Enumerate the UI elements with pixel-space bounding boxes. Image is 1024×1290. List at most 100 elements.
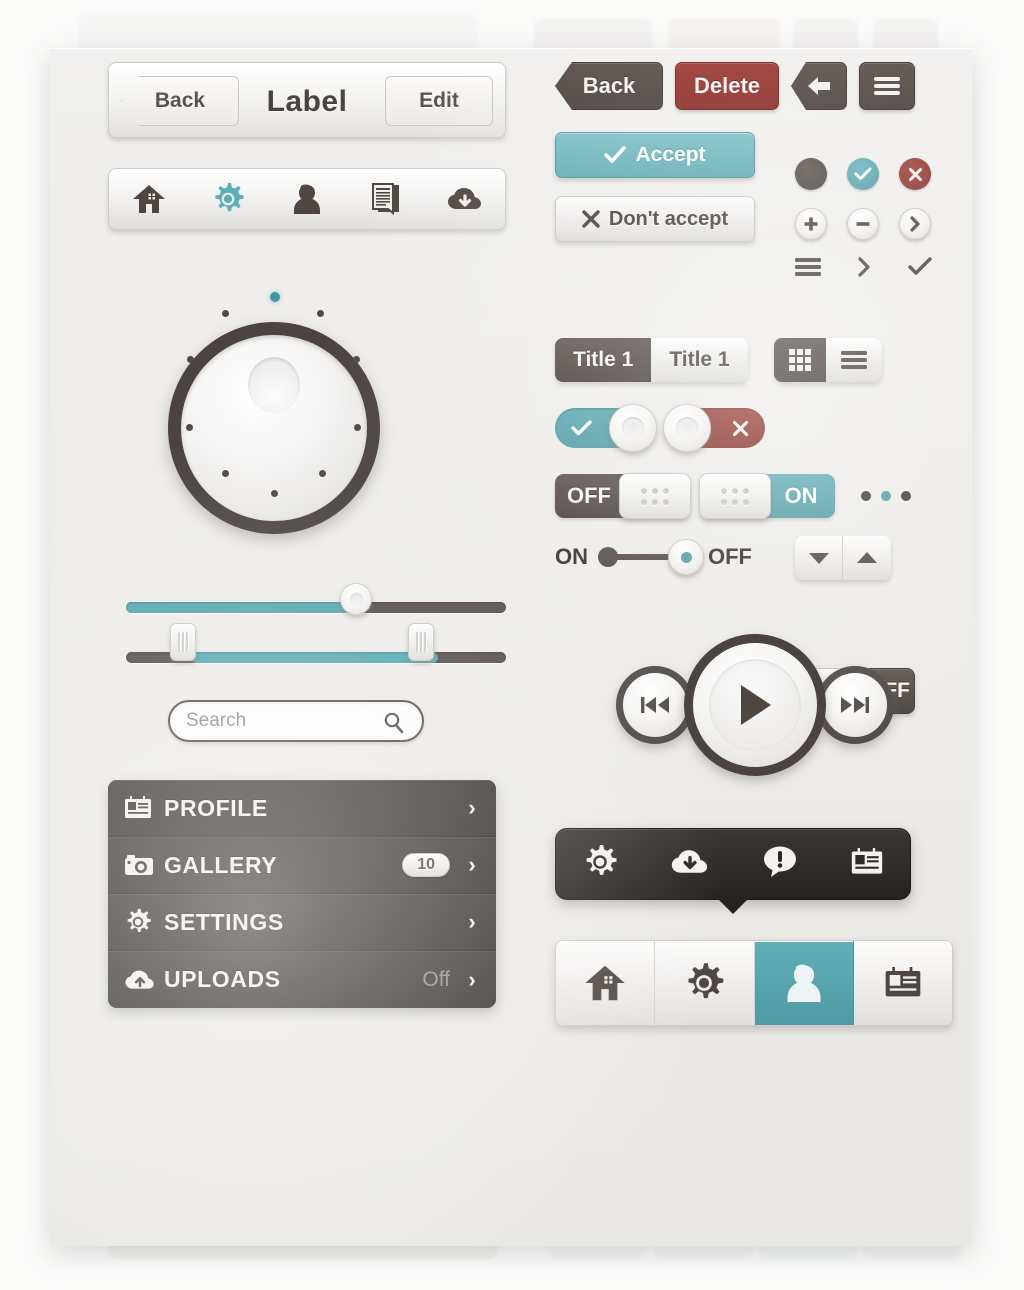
toolbar-item-download[interactable] <box>442 179 488 219</box>
pager-dot[interactable] <box>861 491 871 501</box>
document-icon <box>372 183 400 216</box>
delete-tag-button[interactable]: Delete <box>675 62 779 110</box>
accept-button[interactable]: Accept <box>555 132 755 178</box>
popover-contact-button[interactable] <box>850 847 884 881</box>
glyph-row <box>793 254 935 280</box>
play-button[interactable] <box>684 634 826 776</box>
toolbar-item-user[interactable] <box>284 179 330 219</box>
tab-settings[interactable] <box>655 941 755 1025</box>
tab-profile[interactable] <box>754 941 854 1025</box>
pager-dot-active[interactable] <box>881 491 891 501</box>
toolbar-item-home[interactable] <box>126 179 172 219</box>
slide-switch-on[interactable]: ON <box>699 473 835 519</box>
navigation-bar: Back Label Edit <box>108 62 506 138</box>
home-icon <box>585 965 625 1001</box>
icon-toolbar <box>108 168 506 230</box>
range-thumb-low[interactable] <box>170 623 196 661</box>
check-icon[interactable] <box>905 254 935 280</box>
id-card-icon <box>124 796 164 820</box>
minus-button[interactable] <box>847 208 879 240</box>
list-item[interactable]: SETTINGS › <box>108 894 496 951</box>
check-icon <box>571 420 592 436</box>
knob-tick <box>319 470 326 477</box>
rotary-knob-control[interactable] <box>108 278 506 568</box>
status-dot-error[interactable] <box>899 158 931 190</box>
toolbar-item-documents[interactable] <box>363 179 409 219</box>
list-item[interactable]: GALLERY 10 › <box>108 837 496 894</box>
nav-edit-button[interactable]: Edit <box>385 76 493 126</box>
slide-switch-off[interactable]: OFF <box>555 473 691 519</box>
slide-switch-grip[interactable] <box>699 473 771 519</box>
tab-contact[interactable] <box>853 941 952 1025</box>
camera-icon <box>124 853 164 877</box>
toggle-thumb[interactable] <box>609 404 657 452</box>
list-item[interactable]: UPLOADS Off › <box>108 951 496 1008</box>
tab-title-1-a-label: Title 1 <box>573 348 634 371</box>
play-icon <box>741 685 771 725</box>
forward-button[interactable] <box>899 208 931 240</box>
title-segmented-control: Title 1 Title 1 <box>555 338 748 382</box>
toolbar-item-settings[interactable] <box>205 179 251 219</box>
slider-thumb[interactable] <box>340 583 372 615</box>
previous-button[interactable] <box>616 666 694 744</box>
id-card-icon <box>851 847 883 874</box>
toggle-off[interactable] <box>663 404 765 452</box>
pill-toggle-row <box>555 404 955 452</box>
list-item-value: Off <box>422 967 450 991</box>
range-slider[interactable] <box>108 623 506 680</box>
radio-thumb[interactable] <box>668 539 704 575</box>
back-tag-button[interactable]: Back <box>555 62 663 110</box>
cloud-upload-icon <box>124 968 164 992</box>
chevron-right-icon: › <box>468 795 476 820</box>
plus-icon <box>804 217 818 231</box>
chevron-right-icon[interactable] <box>849 254 879 280</box>
x-icon <box>732 420 749 436</box>
plus-button[interactable] <box>795 208 827 240</box>
triangle-down-icon <box>808 553 829 564</box>
gear-icon <box>124 908 164 936</box>
next-button[interactable] <box>816 666 894 744</box>
search-input[interactable]: Search <box>168 700 424 742</box>
single-slider[interactable] <box>108 583 506 630</box>
list-view-button[interactable] <box>825 338 882 382</box>
knob-tick <box>271 490 278 497</box>
decline-button[interactable]: Don't accept <box>555 196 755 242</box>
status-dot-ok[interactable] <box>847 158 879 190</box>
gear-icon <box>215 183 244 212</box>
on-off-radio-slider[interactable]: ON OFF <box>555 539 955 575</box>
play-button-inner[interactable] <box>709 659 801 751</box>
range-thumb-high[interactable] <box>408 623 434 661</box>
triangle-up-icon <box>857 552 877 563</box>
popover-settings-button[interactable] <box>582 844 618 885</box>
tab-title-1-b[interactable]: Title 1 <box>651 338 748 382</box>
knob-tick <box>222 310 229 317</box>
knob-tick <box>354 424 361 431</box>
sliders-group <box>108 583 506 680</box>
up-arrow-button[interactable] <box>843 536 891 580</box>
menu-button[interactable] <box>859 62 915 110</box>
tab-home[interactable] <box>556 941 656 1025</box>
status-dot-neutral[interactable] <box>795 158 827 190</box>
hamburger-icon <box>874 77 900 95</box>
list-item[interactable]: PROFILE › <box>108 780 496 837</box>
popover-download-button[interactable] <box>670 847 710 882</box>
minus-icon <box>856 222 870 226</box>
list-item-label: GALLERY <box>164 851 278 878</box>
back-arrow-button[interactable] <box>791 62 847 110</box>
x-icon <box>908 167 922 181</box>
magnifier-icon[interactable] <box>382 711 406 740</box>
slide-switch-grip[interactable] <box>619 473 691 519</box>
ui-kit-card: Back Label Edit Search PROFILE › GALLERY… <box>50 48 972 1246</box>
delete-tag-label: Delete <box>693 73 761 98</box>
toggle-on[interactable] <box>555 404 657 452</box>
knob-body[interactable] <box>168 322 380 534</box>
slider-track[interactable] <box>126 602 506 613</box>
hamburger-icon[interactable] <box>793 254 823 280</box>
down-arrow-button[interactable] <box>795 536 843 580</box>
tab-title-1-a[interactable]: Title 1 <box>555 338 652 382</box>
pager-dot[interactable] <box>901 491 911 501</box>
toggle-thumb[interactable] <box>663 404 711 452</box>
popover-alert-button[interactable] <box>762 845 798 884</box>
grid-view-button[interactable] <box>773 338 826 382</box>
radio-rail[interactable] <box>598 539 704 575</box>
